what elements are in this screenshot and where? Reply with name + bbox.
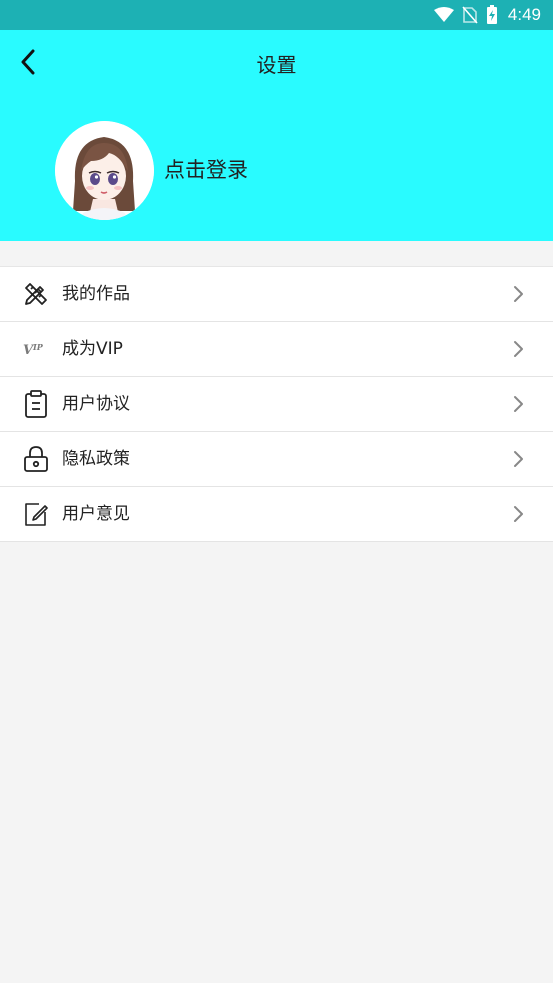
menu-item-label: 用户意见 (62, 504, 130, 524)
profile-header: 设置 点击登录 (0, 30, 553, 241)
menu-item-become-vip[interactable]: V IP 成为VIP (0, 322, 553, 377)
battery-charging-icon (486, 5, 498, 25)
chevron-right-icon (509, 505, 527, 523)
status-time: 4:49 (507, 5, 541, 24)
avatar-girl-icon (55, 121, 154, 220)
menu-item-label: 隐私政策 (62, 449, 130, 469)
menu-item-label: 成为VIP (62, 339, 123, 359)
chevron-right-icon (509, 395, 527, 413)
menu-item-my-works[interactable]: 我的作品 (0, 267, 553, 322)
lock-icon (22, 445, 50, 473)
chevron-right-icon (509, 285, 527, 303)
menu-item-label: 我的作品 (62, 284, 130, 304)
menu-item-user-agreement[interactable]: 用户协议 (0, 377, 553, 432)
clipboard-icon (22, 390, 50, 418)
login-link[interactable]: 点击登录 (164, 155, 248, 185)
settings-menu: 我的作品 V IP 成为VIP 用户协议 隐私政策 用户意见 (0, 266, 553, 542)
chevron-right-icon (509, 340, 527, 358)
chevron-right-icon (509, 450, 527, 468)
svg-text:IP: IP (32, 342, 44, 352)
menu-item-user-feedback[interactable]: 用户意见 (0, 487, 553, 542)
status-bar: 4:49 (0, 0, 553, 30)
wifi-icon (433, 7, 454, 23)
avatar[interactable] (55, 121, 154, 220)
menu-item-privacy-policy[interactable]: 隐私政策 (0, 432, 553, 487)
vip-icon: V IP (22, 335, 50, 363)
no-sim-icon (462, 6, 478, 24)
pencil-ruler-icon (22, 280, 50, 308)
page-title: 设置 (256, 53, 297, 77)
edit-note-icon (22, 500, 50, 528)
menu-item-label: 用户协议 (62, 394, 130, 414)
